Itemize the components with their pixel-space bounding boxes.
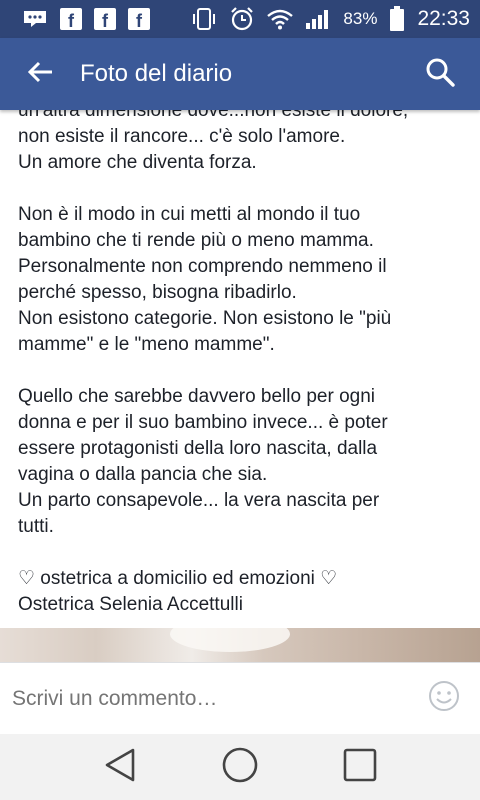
post-text-line: donna e per il suo bambino invece... è p… — [18, 412, 388, 433]
post-photo[interactable] — [0, 628, 480, 662]
clock: 22:33 — [417, 7, 470, 30]
post-text-line: ♡ ostetrica a domicilio ed emozioni ♡ — [18, 568, 338, 589]
notification-icons: f f f — [22, 8, 150, 30]
vibrate-icon — [191, 7, 217, 31]
post-text-line: Quello che sarebbe davvero bello per ogn… — [18, 386, 376, 407]
status-bar: f f f 83% 22:33 — [0, 0, 480, 38]
nav-recents-button[interactable] — [330, 737, 390, 797]
post-text-line: bambino che ti rende più o meno mamma. — [18, 230, 374, 251]
home-circle-icon — [221, 746, 259, 789]
nav-home-button[interactable] — [210, 737, 270, 797]
back-button[interactable] — [0, 38, 80, 110]
post-text: un'altra dimensione dove...non esiste il… — [18, 110, 468, 618]
emoji-button[interactable] — [426, 681, 462, 717]
post-text-line: mamme" e le "meno mamme". — [18, 334, 275, 355]
photo-detail — [170, 628, 290, 652]
post-text-line: tutti. — [18, 516, 54, 537]
post-text-line: essere protagonisti della loro nascita, … — [18, 438, 378, 459]
comment-bar — [0, 662, 480, 734]
post-text-line: Non esistono categorie. Non esistono le … — [18, 308, 392, 329]
battery-percent: 83% — [343, 9, 378, 28]
search-button[interactable] — [400, 38, 480, 110]
page-title: Foto del diario — [80, 60, 233, 87]
messenger-icon — [22, 9, 48, 29]
post-text-line: un'altra dimensione dove...non esiste il… — [18, 110, 409, 121]
battery-icon — [389, 6, 405, 32]
recents-square-icon — [342, 747, 378, 788]
comment-input[interactable] — [12, 686, 426, 711]
post-text-line: non esiste il rancore... c'è solo l'amor… — [18, 126, 346, 147]
post-text-line: Non è il modo in cui metti al mondo il t… — [18, 204, 361, 225]
system-nav-bar — [0, 734, 480, 800]
post-text-line: Un amore che diventa forza. — [18, 152, 257, 173]
facebook-icon: f — [128, 8, 150, 30]
signal-icon — [305, 8, 331, 30]
arrow-back-icon — [26, 60, 54, 89]
wifi-icon — [267, 8, 294, 30]
post-text-line: Personalmente non comprendo nemmeno il — [18, 256, 387, 277]
alarm-icon — [229, 6, 255, 32]
nav-back-button[interactable] — [90, 737, 150, 797]
post-text-line: Ostetrica Selenia Accettulli — [18, 594, 243, 615]
facebook-icon: f — [60, 8, 82, 30]
search-icon — [425, 57, 455, 92]
back-triangle-icon — [103, 747, 137, 788]
post-text-line: perché spesso, bisogna ribadirlo. — [18, 282, 297, 303]
facebook-icon: f — [94, 8, 116, 30]
post-text-line: Un parto consapevole... la vera nascita … — [18, 490, 380, 511]
system-icons: 83% 22:33 — [191, 6, 470, 32]
smiley-icon — [428, 680, 460, 717]
post-content[interactable]: un'altra dimensione dove...non esiste il… — [0, 110, 480, 628]
app-bar: Foto del diario — [0, 38, 480, 110]
post-text-line: vagina o dalla pancia che sia. — [18, 464, 268, 485]
